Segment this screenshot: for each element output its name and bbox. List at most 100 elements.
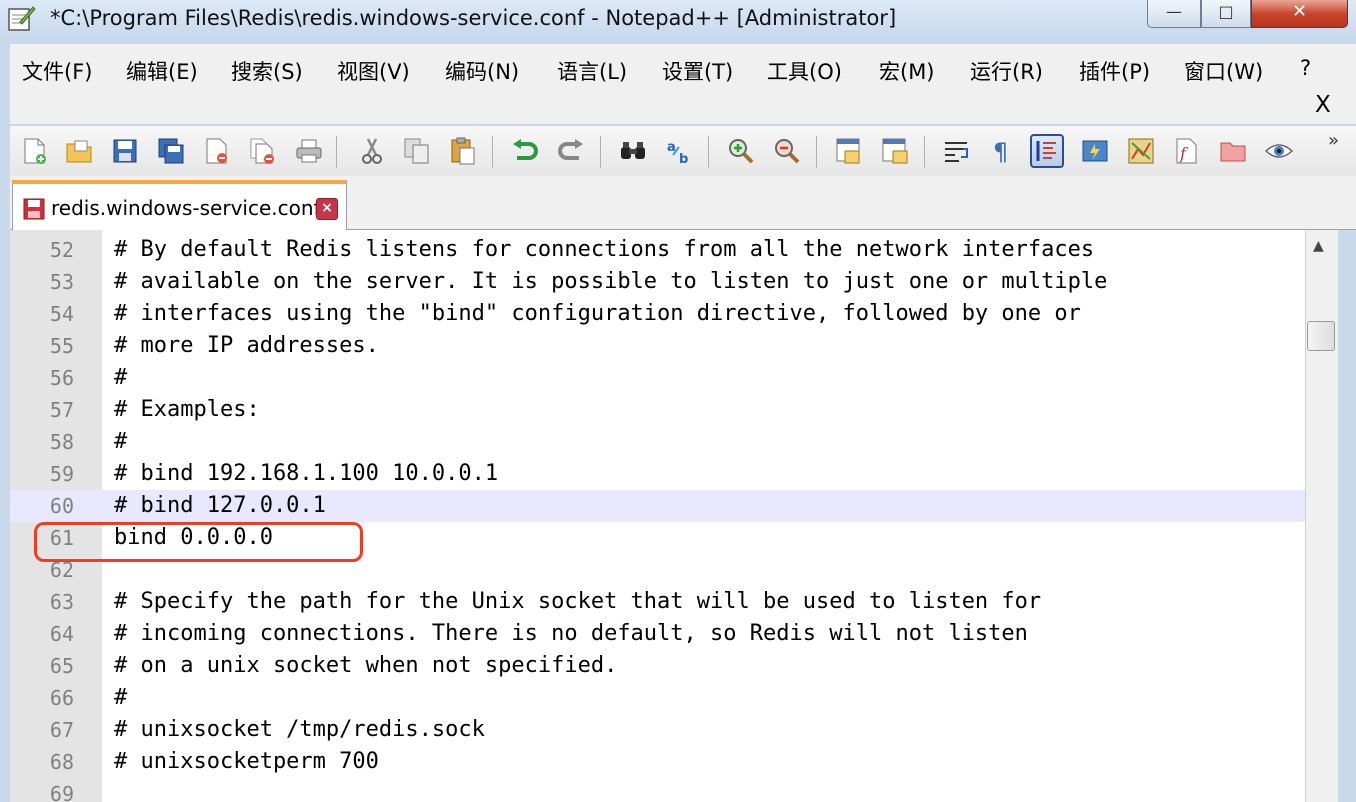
highlight-annotation <box>34 522 363 562</box>
menu-encoding[interactable]: 编码(N) <box>445 56 519 86</box>
code-line[interactable]: 63 # Specify the path for the Unix socket… <box>10 586 1305 618</box>
line-number: 55 <box>49 334 74 358</box>
tab-redis-conf[interactable]: redis.windows-service.conf × <box>12 180 347 230</box>
line-number: 63 <box>49 590 74 614</box>
line-text: # <box>114 365 128 390</box>
toolbar-separator <box>492 136 493 168</box>
toolbar-separator <box>600 136 601 168</box>
line-text: # available on the server. It is possibl… <box>114 269 1108 294</box>
menu-window[interactable]: 窗口(W) <box>1184 56 1263 86</box>
close-window-button[interactable]: ✕ <box>1251 0 1348 28</box>
menu-settings[interactable]: 设置(T) <box>662 56 733 86</box>
menu-edit[interactable]: 编辑(E) <box>126 56 198 86</box>
code-line[interactable]: 67 # unixsocket /tmp/redis.sock <box>10 714 1305 746</box>
indent-guide-icon[interactable] <box>1030 134 1064 168</box>
menu-language[interactable]: 语言(L) <box>557 56 627 86</box>
line-text: # Examples: <box>114 397 260 422</box>
line-number: 59 <box>49 462 74 486</box>
open-file-icon[interactable] <box>62 134 96 168</box>
paste-icon[interactable] <box>446 134 480 168</box>
toolbar-overflow-chevron[interactable]: » <box>1328 130 1339 151</box>
line-number: 60 <box>49 494 74 518</box>
zoom-out-icon[interactable] <box>770 134 804 168</box>
line-text: # interfaces using the "bind" configurat… <box>114 301 1081 326</box>
code-line[interactable]: 56 # <box>10 362 1305 394</box>
code-line[interactable]: 60 # bind 127.0.0.1 <box>10 490 1305 522</box>
save-all-icon[interactable] <box>154 134 188 168</box>
print-icon[interactable] <box>292 134 326 168</box>
word-wrap-icon[interactable] <box>940 134 974 168</box>
udl-icon[interactable] <box>1078 134 1112 168</box>
vertical-scrollbar[interactable]: ▲ <box>1305 230 1338 802</box>
line-text: # on a unix socket when not specified. <box>114 653 618 678</box>
menu-search[interactable]: 搜索(S) <box>231 56 303 86</box>
redo-icon[interactable] <box>554 134 588 168</box>
save-icon[interactable] <box>108 134 142 168</box>
menu-help[interactable]: ? <box>1300 56 1311 80</box>
minimize-button[interactable]: — <box>1147 0 1201 28</box>
monitoring-icon[interactable] <box>1262 134 1296 168</box>
code-line[interactable]: 59 # bind 192.168.1.100 10.0.0.1 <box>10 458 1305 490</box>
code-line[interactable]: 58 # <box>10 426 1305 458</box>
show-all-chars-icon[interactable]: ¶ <box>984 134 1018 168</box>
line-number: 52 <box>49 238 74 262</box>
find-icon[interactable] <box>616 134 650 168</box>
cut-icon[interactable] <box>355 134 389 168</box>
copy-icon[interactable] <box>400 134 434 168</box>
line-number: 65 <box>49 654 74 678</box>
window-title: *C:\Program Files\Redis\redis.windows-se… <box>50 6 897 30</box>
toolbar-separator <box>924 136 925 168</box>
code-line[interactable]: 65 # on a unix socket when not specified. <box>10 650 1305 682</box>
code-line[interactable]: 52 # By default Redis listens for connect… <box>10 234 1305 266</box>
close-file-icon[interactable] <box>200 134 234 168</box>
code-line[interactable]: 69 <box>10 778 1305 802</box>
close-document-button[interactable]: X <box>1315 92 1331 118</box>
line-text: # unixsocketperm 700 <box>114 749 379 774</box>
code-line[interactable]: 54 # interfaces using the "bind" configur… <box>10 298 1305 330</box>
line-text: # more IP addresses. <box>114 333 379 358</box>
maximize-button[interactable]: □ <box>1201 0 1251 28</box>
line-text: # unixsocket /tmp/redis.sock <box>114 717 485 742</box>
line-number: 56 <box>49 366 74 390</box>
function-list-icon[interactable]: f <box>1170 134 1204 168</box>
undo-icon[interactable] <box>508 134 542 168</box>
line-number: 53 <box>49 270 74 294</box>
code-line[interactable]: 57 # Examples: <box>10 394 1305 426</box>
code-line[interactable]: 53 # available on the server. It is possi… <box>10 266 1305 298</box>
doc-map-icon[interactable] <box>1124 134 1158 168</box>
folder-workspace-icon[interactable] <box>1216 134 1250 168</box>
line-number: 64 <box>49 622 74 646</box>
menu-macro[interactable]: 宏(M) <box>879 56 935 86</box>
code-line[interactable]: 68 # unixsocketperm 700 <box>10 746 1305 778</box>
menu-run[interactable]: 运行(R) <box>970 56 1043 86</box>
line-number: 67 <box>49 718 74 742</box>
line-number: 68 <box>49 750 74 774</box>
menu-plugins[interactable]: 插件(P) <box>1079 56 1150 86</box>
line-number: 58 <box>49 430 74 454</box>
toolbar: ab ¶ f » <box>10 126 1356 176</box>
sync-vertical-icon[interactable] <box>832 134 866 168</box>
menu-view[interactable]: 视图(V) <box>337 56 410 86</box>
svg-text:¶: ¶ <box>993 138 1008 164</box>
menu-bar: 文件(F) 编辑(E) 搜索(S) 视图(V) 编码(N) 语言(L) 设置(T… <box>10 44 1356 124</box>
zoom-in-icon[interactable] <box>724 134 758 168</box>
code-line[interactable]: 66 # <box>10 682 1305 714</box>
tab-close-icon[interactable]: × <box>316 198 338 220</box>
code-line[interactable]: 55 # more IP addresses. <box>10 330 1305 362</box>
scroll-up-arrow-icon[interactable]: ▲ <box>1313 238 1324 254</box>
close-all-icon[interactable] <box>246 134 280 168</box>
menu-tools[interactable]: 工具(O) <box>767 56 842 86</box>
toolbar-separator <box>708 136 709 168</box>
svg-text:b: b <box>679 152 688 165</box>
code-line[interactable]: 64 # incoming connections. There is no de… <box>10 618 1305 650</box>
sync-horizontal-icon[interactable] <box>878 134 912 168</box>
code-editor[interactable]: 52 # By default Redis listens for connect… <box>10 230 1305 802</box>
line-number: 66 <box>49 686 74 710</box>
menu-file[interactable]: 文件(F) <box>22 56 92 86</box>
scroll-thumb[interactable] <box>1307 321 1335 351</box>
line-text: # <box>114 685 128 710</box>
notepadpp-app-icon[interactable] <box>6 4 36 32</box>
toolbar-separator <box>816 136 817 168</box>
replace-icon[interactable]: ab <box>662 134 696 168</box>
new-file-icon[interactable] <box>18 134 52 168</box>
